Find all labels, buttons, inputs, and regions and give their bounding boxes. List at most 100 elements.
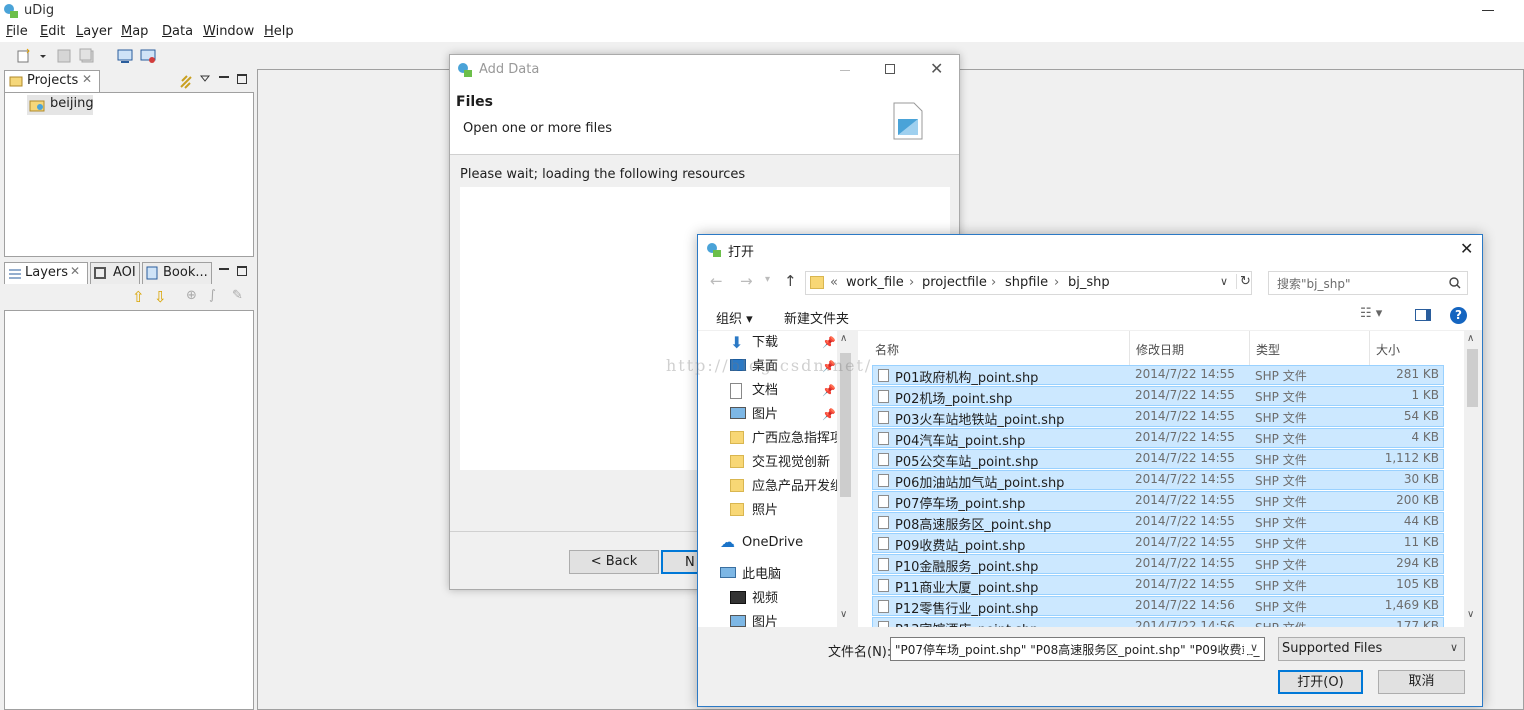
new-folder-button[interactable]: 新建文件夹 — [784, 308, 849, 327]
menu-file[interactable]: File — [6, 24, 28, 39]
menu-window[interactable]: Window — [203, 24, 254, 39]
table-row[interactable]: P06加油站加气站_point.shp 2014/7/22 14:55 SHP 文件… — [872, 470, 1444, 491]
file-icon — [878, 369, 889, 382]
file-icon — [878, 516, 889, 529]
back-arrow-icon: ← — [710, 272, 723, 290]
minimize-view-icon[interactable] — [219, 76, 229, 78]
table-row[interactable]: P08高速服务区_point.shp 2014/7/22 14:55 SHP 文件 4… — [872, 512, 1444, 533]
scrollbar-thumb[interactable] — [1467, 349, 1478, 407]
search-box[interactable]: 搜索"bj_shp" — [1268, 271, 1468, 295]
organize-button[interactable]: 组织 ▾ — [716, 308, 753, 327]
menu-layer[interactable]: Layer — [76, 24, 112, 39]
table-row[interactable]: P10金融服务_point.shp 2014/7/22 14:55 SHP 文件 29… — [872, 554, 1444, 575]
table-row[interactable]: P01政府机构_point.shp 2014/7/22 14:55 SHP 文件 28… — [872, 365, 1444, 386]
tab-projects[interactable]: Projects ✕ — [4, 70, 100, 92]
column-header-date[interactable]: 修改日期 — [1136, 341, 1184, 358]
arrow-down-icon[interactable]: ⇩ — [154, 288, 167, 306]
map-layer-icon[interactable] — [140, 48, 156, 64]
chevron-down-icon[interactable] — [38, 48, 48, 64]
search-icon[interactable] — [1449, 277, 1461, 289]
link-icon[interactable] — [179, 75, 193, 89]
column-header-name[interactable]: 名称 — [875, 341, 899, 358]
table-row[interactable]: P05公交车站_point.shp 2014/7/22 14:55 SHP 文件 1,… — [872, 449, 1444, 470]
scroll-up-icon[interactable]: ∧ — [840, 333, 847, 344]
file-type: SHP 文件 — [1255, 474, 1307, 488]
menu-map[interactable]: Map — [121, 24, 148, 39]
menu-edit[interactable]: Edit — [40, 24, 65, 39]
breadcrumb-shpfile[interactable]: shpfile — [1005, 275, 1048, 290]
table-row[interactable]: P12零售行业_point.shp 2014/7/22 14:56 SHP 文件 1,… — [872, 596, 1444, 617]
filename-label: 文件名(N): — [828, 645, 892, 660]
chevron-down-icon[interactable]: ∨ — [1244, 641, 1264, 654]
layers-list — [4, 310, 254, 710]
column-header-type[interactable]: 类型 — [1256, 341, 1280, 358]
view-options-icon[interactable]: ☷ ▾ — [1360, 306, 1382, 321]
file-size: 281 KB — [1396, 367, 1439, 381]
breadcrumb-bj-shp[interactable]: bj_shp — [1068, 275, 1110, 290]
cancel-button[interactable]: 取消 — [1378, 670, 1465, 694]
menu-help[interactable]: Help — [264, 24, 294, 39]
scroll-down-icon[interactable]: ∨ — [840, 609, 847, 620]
help-icon[interactable]: ? — [1450, 307, 1467, 324]
file-size: 4 KB — [1411, 430, 1439, 444]
next-button[interactable]: N — [661, 550, 701, 574]
new-icon[interactable] — [16, 48, 32, 64]
pin-icon: 📌 — [822, 384, 836, 397]
maximize-view-icon[interactable] — [237, 266, 247, 276]
file-name: P02机场_point.shp — [895, 392, 1013, 407]
file-type-select[interactable]: Supported Files ∨ — [1278, 637, 1465, 661]
table-row[interactable]: P09收费站_point.shp 2014/7/22 14:55 SHP 文件 11 … — [872, 533, 1444, 554]
column-divider[interactable] — [1249, 331, 1250, 365]
open-button[interactable]: 打开(O) — [1278, 670, 1363, 694]
refresh-icon[interactable]: ↻ — [1236, 274, 1251, 289]
table-row[interactable]: P03火车站地铁站_point.shp 2014/7/22 14:55 SHP 文件… — [872, 407, 1444, 428]
file-date: 2014/7/22 14:55 — [1135, 535, 1235, 549]
minimize-view-icon[interactable] — [219, 268, 229, 270]
table-row[interactable]: P13宾馆酒店_point.shp 2014/7/22 14:56 SHP 文件 17… — [872, 617, 1444, 627]
maximize-view-icon[interactable] — [237, 74, 247, 84]
view-menu-icon[interactable] — [200, 74, 210, 84]
scroll-up-icon[interactable]: ∧ — [1467, 333, 1474, 344]
up-arrow-icon[interactable]: ↑ — [784, 272, 797, 290]
chevron-down-icon[interactable]: ∨ — [1220, 275, 1228, 288]
close-icon[interactable]: ✕ — [1460, 239, 1473, 258]
map-window-icon[interactable] — [117, 48, 133, 64]
scroll-down-icon[interactable]: ∨ — [1467, 609, 1474, 620]
tab-aoi[interactable]: AOI — [90, 262, 140, 284]
file-size: 30 KB — [1403, 472, 1439, 486]
column-divider[interactable] — [1129, 331, 1130, 365]
tab-layers[interactable]: Layers ✕ — [4, 262, 88, 284]
arrow-up-icon[interactable]: ⇧ — [132, 288, 145, 306]
breadcrumb-work-file[interactable]: work_file — [846, 275, 904, 290]
file-name: P11商业大厦_point.shp — [895, 581, 1039, 596]
back-button[interactable]: < Back — [569, 550, 659, 574]
breadcrumb-projectfile[interactable]: projectfile — [922, 275, 987, 290]
preview-pane-icon[interactable] — [1415, 309, 1431, 321]
address-bar[interactable]: « work_file › projectfile › shpfile › bj… — [805, 271, 1252, 295]
table-row[interactable]: P11商业大厦_point.shp 2014/7/22 14:55 SHP 文件 10… — [872, 575, 1444, 596]
file-date: 2014/7/22 14:55 — [1135, 451, 1235, 465]
save-all-icon — [79, 48, 94, 63]
file-type: SHP 文件 — [1255, 600, 1307, 614]
close-icon[interactable]: ✕ — [930, 59, 943, 78]
column-header-size[interactable]: 大小 — [1376, 341, 1400, 358]
maximize-icon[interactable] — [885, 64, 895, 74]
close-icon[interactable]: ✕ — [82, 72, 92, 86]
file-size: 1 KB — [1411, 388, 1439, 402]
project-item-beijing[interactable]: beijing — [27, 95, 94, 115]
tab-bookmarks[interactable]: Book... — [142, 262, 212, 284]
column-divider[interactable] — [1369, 331, 1370, 365]
file-icon — [878, 411, 889, 424]
menu-data[interactable]: Data — [162, 24, 193, 39]
file-name: P12零售行业_point.shp — [895, 602, 1039, 617]
table-row[interactable]: P07停车场_point.shp 2014/7/22 14:55 SHP 文件 200… — [872, 491, 1444, 512]
close-icon[interactable]: ✕ — [70, 264, 80, 278]
list-scrollbar[interactable]: ∧ ∨ — [1464, 331, 1481, 627]
filename-input[interactable]: "P07停车场_point.shp" "P08高速服务区_point.shp" … — [890, 637, 1265, 661]
open-dialog-title: 打开 — [728, 245, 755, 260]
file-date: 2014/7/22 14:55 — [1135, 514, 1235, 528]
table-row[interactable]: P04汽车站_point.shp 2014/7/22 14:55 SHP 文件 4 K… — [872, 428, 1444, 449]
nav-scrollbar[interactable]: ∧ ∨ — [837, 331, 854, 627]
table-row[interactable]: P02机场_point.shp 2014/7/22 14:55 SHP 文件 1 KB — [872, 386, 1444, 407]
minimize-icon[interactable] — [1482, 10, 1494, 11]
